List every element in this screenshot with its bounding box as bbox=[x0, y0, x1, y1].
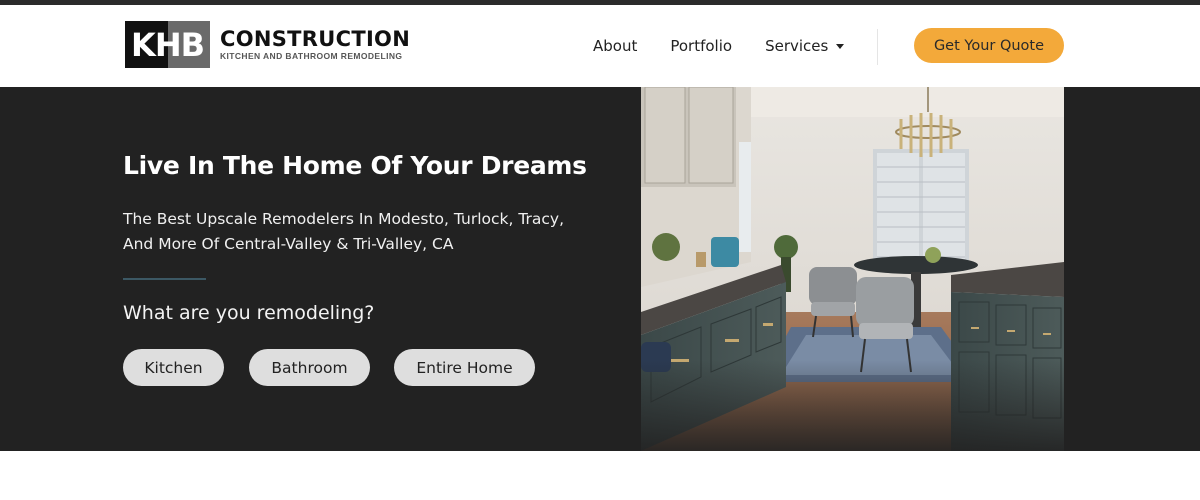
nav-portfolio[interactable]: Portfolio bbox=[670, 37, 732, 55]
nav-services-label: Services bbox=[765, 37, 829, 55]
remodel-question: What are you remodeling? bbox=[123, 302, 375, 324]
bathroom-option-button[interactable]: Bathroom bbox=[249, 349, 370, 386]
kitchen-option-button[interactable]: Kitchen bbox=[123, 349, 224, 386]
entire-home-option-button[interactable]: Entire Home bbox=[394, 349, 535, 386]
brand-tagline: KITCHEN AND BATHROOM REMODELING bbox=[220, 51, 403, 61]
nav-services[interactable]: Services bbox=[765, 37, 845, 55]
hero-divider bbox=[123, 278, 206, 280]
logo[interactable]: KHB CONSTRUCTION KITCHEN AND BATHROOM RE… bbox=[125, 21, 410, 68]
nav-divider bbox=[877, 29, 878, 65]
main-nav: About Portfolio Services bbox=[593, 5, 877, 87]
chevron-down-icon bbox=[836, 43, 845, 49]
kitchen-photo bbox=[641, 87, 1064, 451]
brand-name: CONSTRUCTION bbox=[220, 27, 411, 51]
logo-letters: KHB bbox=[131, 25, 205, 64]
hero-subtitle: The Best Upscale Remodelers In Modesto, … bbox=[123, 210, 565, 253]
hero-section: Live In The Home Of Your Dreams The Best… bbox=[0, 87, 1200, 451]
logo-text: CONSTRUCTION KITCHEN AND BATHROOM REMODE… bbox=[220, 28, 410, 61]
get-quote-button[interactable]: Get Your Quote bbox=[914, 28, 1064, 63]
nav-about[interactable]: About bbox=[593, 37, 637, 55]
site-header: KHB CONSTRUCTION KITCHEN AND BATHROOM RE… bbox=[0, 5, 1200, 87]
logo-mark: KHB bbox=[125, 21, 210, 68]
hero-title: Live In The Home Of Your Dreams bbox=[123, 151, 587, 180]
